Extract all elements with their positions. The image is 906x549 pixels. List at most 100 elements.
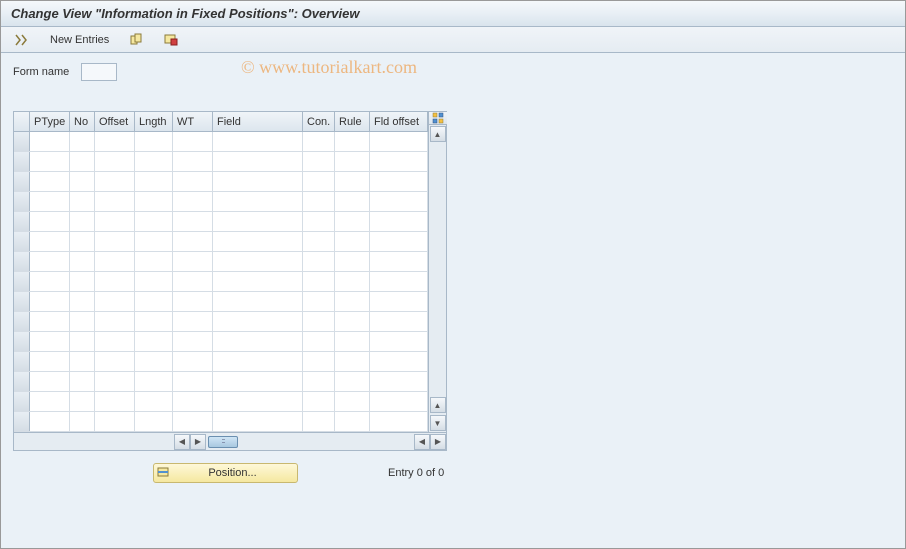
row-selector[interactable] — [14, 212, 30, 231]
copy-icon[interactable] — [124, 30, 150, 50]
row-selector[interactable] — [14, 412, 30, 431]
grid-cell[interactable] — [213, 232, 303, 251]
scroll-right-icon[interactable]: ▶ — [190, 434, 206, 450]
grid-cell[interactable] — [70, 292, 95, 311]
grid-cell[interactable] — [70, 212, 95, 231]
grid-cell[interactable] — [95, 332, 135, 351]
row-selector[interactable] — [14, 152, 30, 171]
grid-cell[interactable] — [70, 312, 95, 331]
grid-cell[interactable] — [70, 352, 95, 371]
grid-cell[interactable] — [70, 272, 95, 291]
grid-cell[interactable] — [95, 232, 135, 251]
col-header-no[interactable]: No — [70, 112, 95, 131]
grid-cell[interactable] — [370, 132, 428, 151]
grid-cell[interactable] — [30, 352, 70, 371]
grid-cell[interactable] — [173, 132, 213, 151]
grid-cell[interactable] — [135, 252, 173, 271]
grid-cell[interactable] — [303, 352, 335, 371]
grid-cell[interactable] — [213, 312, 303, 331]
grid-cell[interactable] — [335, 172, 370, 191]
grid-cell[interactable] — [213, 192, 303, 211]
grid-cell[interactable] — [370, 332, 428, 351]
col-header-field[interactable]: Field — [213, 112, 303, 131]
col-header-rule[interactable]: Rule — [335, 112, 370, 131]
grid-cell[interactable] — [335, 372, 370, 391]
row-selector[interactable] — [14, 272, 30, 291]
col-header-ptype[interactable]: PType — [30, 112, 70, 131]
grid-cell[interactable] — [95, 292, 135, 311]
grid-cell[interactable] — [135, 312, 173, 331]
position-button[interactable]: Position... — [153, 463, 298, 483]
grid-cell[interactable] — [95, 312, 135, 331]
grid-cell[interactable] — [30, 172, 70, 191]
grid-cell[interactable] — [335, 312, 370, 331]
grid-cell[interactable] — [95, 172, 135, 191]
grid-cell[interactable] — [370, 192, 428, 211]
grid-cell[interactable] — [303, 292, 335, 311]
grid-cell[interactable] — [173, 232, 213, 251]
grid-cell[interactable] — [135, 332, 173, 351]
grid-cell[interactable] — [30, 272, 70, 291]
grid-cell[interactable] — [70, 392, 95, 411]
grid-cell[interactable] — [335, 212, 370, 231]
grid-cell[interactable] — [370, 392, 428, 411]
grid-cell[interactable] — [303, 412, 335, 431]
grid-cell[interactable] — [30, 372, 70, 391]
grid-cell[interactable] — [30, 152, 70, 171]
grid-cell[interactable] — [70, 252, 95, 271]
row-selector[interactable] — [14, 352, 30, 371]
row-selector-header[interactable] — [14, 112, 30, 131]
grid-cell[interactable] — [370, 312, 428, 331]
grid-cell[interactable] — [335, 192, 370, 211]
scroll-down-icon[interactable]: ▼ — [430, 415, 446, 431]
grid-cell[interactable] — [173, 252, 213, 271]
grid-cell[interactable] — [370, 232, 428, 251]
row-selector[interactable] — [14, 132, 30, 151]
row-selector[interactable] — [14, 252, 30, 271]
grid-cell[interactable] — [135, 152, 173, 171]
grid-cell[interactable] — [173, 312, 213, 331]
grid-cell[interactable] — [213, 352, 303, 371]
grid-cell[interactable] — [335, 252, 370, 271]
grid-cell[interactable] — [213, 252, 303, 271]
grid-cell[interactable] — [135, 272, 173, 291]
grid-cell[interactable] — [213, 172, 303, 191]
grid-cell[interactable] — [30, 312, 70, 331]
grid-cell[interactable] — [303, 332, 335, 351]
grid-cell[interactable] — [303, 372, 335, 391]
grid-cell[interactable] — [173, 272, 213, 291]
vertical-scrollbar[interactable]: ▲ ▲ ▼ — [428, 112, 446, 432]
grid-cell[interactable] — [335, 272, 370, 291]
grid-cell[interactable] — [135, 192, 173, 211]
grid-cell[interactable] — [95, 152, 135, 171]
row-selector[interactable] — [14, 232, 30, 251]
grid-cell[interactable] — [303, 212, 335, 231]
grid-cell[interactable] — [370, 252, 428, 271]
toggle-icon[interactable] — [9, 30, 35, 50]
grid-cell[interactable] — [95, 252, 135, 271]
grid-cell[interactable] — [30, 132, 70, 151]
grid-cell[interactable] — [173, 332, 213, 351]
grid-cell[interactable] — [303, 232, 335, 251]
grid-cell[interactable] — [30, 252, 70, 271]
grid-cell[interactable] — [370, 372, 428, 391]
row-selector[interactable] — [14, 312, 30, 331]
scroll-track-v[interactable] — [429, 143, 446, 396]
row-selector[interactable] — [14, 172, 30, 191]
grid-cell[interactable] — [135, 372, 173, 391]
grid-cell[interactable] — [335, 392, 370, 411]
grid-cell[interactable] — [173, 172, 213, 191]
grid-cell[interactable] — [135, 412, 173, 431]
grid-cell[interactable] — [70, 132, 95, 151]
grid-cell[interactable] — [173, 392, 213, 411]
new-entries-button[interactable]: New Entries — [43, 31, 116, 49]
grid-cell[interactable] — [95, 272, 135, 291]
grid-cell[interactable] — [173, 372, 213, 391]
grid-cell[interactable] — [303, 252, 335, 271]
grid-cell[interactable] — [95, 412, 135, 431]
col-header-offset[interactable]: Offset — [95, 112, 135, 131]
form-name-input[interactable] — [81, 63, 117, 81]
grid-cell[interactable] — [173, 292, 213, 311]
grid-cell[interactable] — [70, 372, 95, 391]
grid-cell[interactable] — [370, 152, 428, 171]
